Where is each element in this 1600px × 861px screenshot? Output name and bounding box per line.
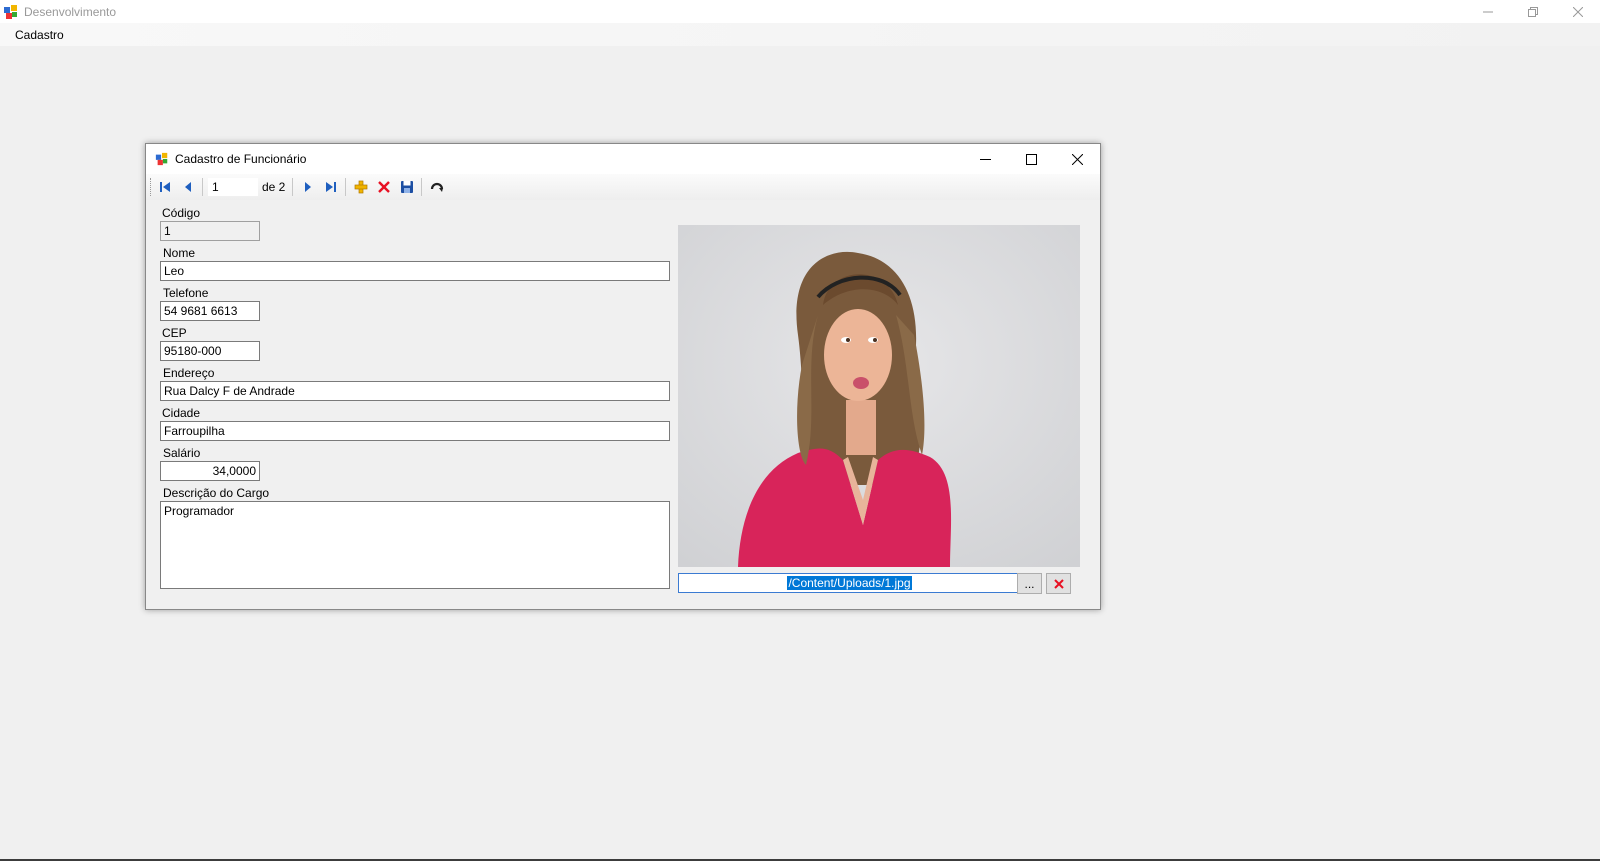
salario-label: Salário — [163, 446, 201, 460]
menu-cadastro[interactable]: Cadastro — [8, 28, 71, 42]
codigo-field[interactable]: 1 — [160, 221, 260, 241]
telefone-field[interactable]: 54 9681 6613 — [160, 301, 260, 321]
child-titlebar: Cadastro de Funcionário — [146, 144, 1100, 174]
photo-path-text: /Content/Uploads/1.jpg — [787, 576, 912, 590]
add-icon — [354, 180, 368, 194]
nome-label: Nome — [163, 246, 196, 260]
add-new-button[interactable] — [349, 176, 372, 198]
employee-photo — [678, 225, 1080, 567]
remove-icon — [1053, 578, 1064, 589]
delete-icon — [378, 181, 390, 193]
move-next-button[interactable] — [296, 176, 319, 198]
child-maximize-button[interactable] — [1008, 144, 1054, 174]
refresh-icon — [430, 182, 443, 192]
codigo-label: Código — [162, 206, 201, 220]
remove-photo-button[interactable] — [1046, 573, 1071, 594]
close-icon — [1572, 6, 1583, 17]
binding-navigator: de 2 — [146, 174, 1100, 200]
cidade-field[interactable]: Farroupilha — [160, 421, 670, 441]
app-titlebar: Desenvolvimento — [0, 0, 1600, 23]
move-first-button[interactable] — [153, 176, 176, 198]
salario-field[interactable]: 34,0000 — [160, 461, 260, 481]
previous-record-icon — [184, 182, 191, 192]
minimize-icon — [1482, 11, 1493, 12]
close-icon — [1071, 153, 1083, 165]
count-label: de 2 — [262, 180, 286, 194]
save-icon — [400, 181, 413, 193]
toolbar-separator — [421, 178, 423, 196]
cep-label: CEP — [162, 326, 187, 340]
delete-button[interactable] — [372, 176, 395, 198]
minimize-button[interactable] — [1465, 0, 1510, 23]
form-icon — [155, 152, 169, 166]
endereco-field[interactable]: Rua Dalcy F de Andrade — [160, 381, 670, 401]
cargo-label: Descrição do Cargo — [163, 486, 270, 500]
last-record-icon — [325, 182, 336, 192]
photo-path-field[interactable]: /Content/Uploads/1.jpg — [678, 573, 1021, 593]
menubar: Cadastro — [0, 23, 1600, 46]
telefone-label: Telefone — [163, 286, 209, 300]
cidade-label: Cidade — [162, 406, 201, 420]
toolbar-separator — [202, 178, 203, 196]
first-record-icon — [159, 182, 170, 192]
toolbar-separator — [345, 178, 347, 196]
endereco-label: Endereço — [163, 366, 215, 380]
app-title: Desenvolvimento — [24, 4, 117, 19]
next-record-icon — [304, 182, 311, 192]
child-title: Cadastro de Funcionário — [175, 152, 307, 166]
restore-button[interactable] — [1510, 0, 1555, 23]
position-input[interactable] — [208, 178, 258, 196]
nome-field[interactable]: Leo — [160, 261, 670, 281]
child-minimize-button[interactable] — [962, 144, 1008, 174]
maximize-icon — [1025, 153, 1037, 165]
minimize-icon — [979, 158, 991, 160]
child-close-button[interactable] — [1054, 144, 1100, 174]
employee-form-window: Cadastro de Funcionário de 2 — [145, 143, 1101, 610]
browse-photo-button[interactable]: ... — [1017, 573, 1042, 594]
refresh-button[interactable] — [425, 176, 448, 198]
move-previous-button[interactable] — [176, 176, 199, 198]
restore-icon — [1527, 6, 1538, 17]
toolbar-separator — [292, 178, 294, 196]
close-button[interactable] — [1555, 0, 1600, 23]
cargo-textarea[interactable]: Programador — [160, 501, 670, 589]
app-icon — [3, 4, 19, 20]
cep-field[interactable]: 95180-000 — [160, 341, 260, 361]
move-last-button[interactable] — [319, 176, 342, 198]
save-button[interactable] — [395, 176, 418, 198]
